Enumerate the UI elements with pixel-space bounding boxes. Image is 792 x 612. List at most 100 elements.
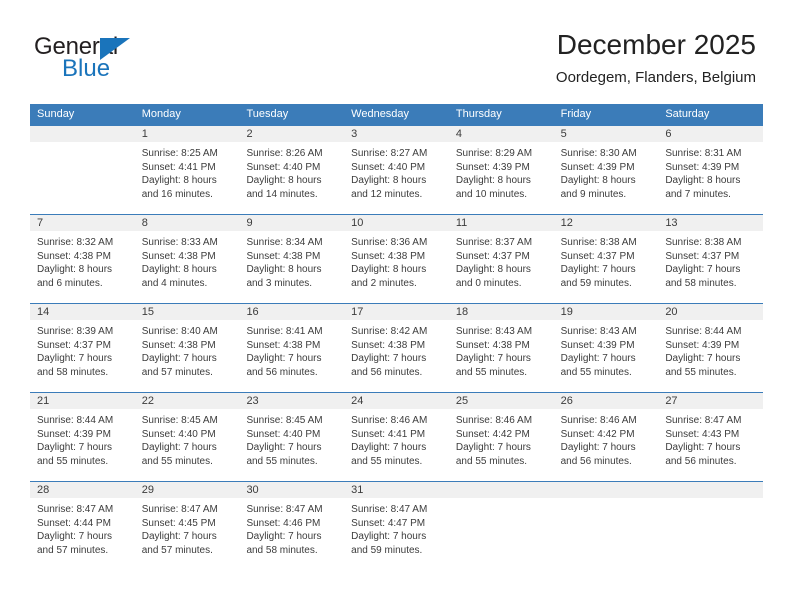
- day-info: Sunrise: 8:41 AM Sunset: 4:38 PM Dayligh…: [239, 321, 344, 379]
- sunset-text: Sunset: 4:38 PM: [37, 250, 111, 262]
- sunset-text: Sunset: 4:39 PM: [560, 161, 635, 173]
- weekday-wednesday: Wednesday: [351, 108, 410, 120]
- general-blue-logo[interactable]: General Blue: [34, 34, 244, 92]
- day-cell[interactable]: 9 Sunrise: 8:34 AM Sunset: 4:38 PM Dayli…: [239, 215, 345, 303]
- day-cell[interactable]: [448, 482, 554, 570]
- day-cell[interactable]: 5 Sunrise: 8:30 AM Sunset: 4:39 PM Dayli…: [553, 126, 659, 214]
- day-info: Sunrise: 8:38 AM Sunset: 4:37 PM Dayligh…: [554, 232, 659, 290]
- day-cell[interactable]: 27 Sunrise: 8:47 AM Sunset: 4:43 PM Dayl…: [658, 393, 764, 481]
- day-number-band: 20: [658, 304, 764, 321]
- day-number: 1: [141, 128, 148, 140]
- day-cell[interactable]: 29 Sunrise: 8:47 AM Sunset: 4:45 PM Dayl…: [134, 482, 240, 570]
- daylight-text-line1: Daylight: 7 hours: [665, 442, 741, 453]
- sunset-text: Sunset: 4:44 PM: [37, 517, 111, 529]
- day-cell[interactable]: 26 Sunrise: 8:46 AM Sunset: 4:42 PM Dayl…: [553, 393, 659, 481]
- sunset-text: Sunset: 4:39 PM: [665, 161, 740, 173]
- sunset-text: Sunset: 4:40 PM: [246, 428, 321, 440]
- daylight-text-line1: Daylight: 8 hours: [351, 264, 427, 275]
- daylight-text-line2: and 9 minutes.: [560, 188, 627, 200]
- sunrise-text: Sunrise: 8:47 AM: [665, 415, 742, 426]
- day-cell[interactable]: 6 Sunrise: 8:31 AM Sunset: 4:39 PM Dayli…: [658, 126, 764, 214]
- sunrise-text: Sunrise: 8:47 AM: [37, 504, 114, 515]
- day-info: Sunrise: 8:43 AM Sunset: 4:39 PM Dayligh…: [554, 321, 659, 379]
- day-info: [658, 499, 763, 503]
- day-cell[interactable]: 11 Sunrise: 8:37 AM Sunset: 4:37 PM Dayl…: [448, 215, 554, 303]
- daylight-text-line1: Daylight: 7 hours: [560, 353, 636, 364]
- day-cell[interactable]: 20 Sunrise: 8:44 AM Sunset: 4:39 PM Dayl…: [658, 304, 764, 392]
- daylight-text-line2: and 57 minutes.: [37, 544, 109, 556]
- day-cell[interactable]: 18 Sunrise: 8:43 AM Sunset: 4:38 PM Dayl…: [448, 304, 554, 392]
- daylight-text-line1: Daylight: 8 hours: [37, 264, 113, 275]
- daylight-text-line1: Daylight: 7 hours: [665, 264, 741, 275]
- sunrise-text: Sunrise: 8:40 AM: [141, 326, 218, 337]
- daylight-text-line2: and 55 minutes.: [455, 366, 528, 378]
- sunset-text: Sunset: 4:37 PM: [560, 250, 635, 262]
- day-cell[interactable]: 24 Sunrise: 8:46 AM Sunset: 4:41 PM Dayl…: [344, 393, 449, 481]
- day-info: Sunrise: 8:47 AM Sunset: 4:43 PM Dayligh…: [658, 410, 763, 468]
- day-cell[interactable]: 31 Sunrise: 8:47 AM Sunset: 4:47 PM Dayl…: [344, 482, 449, 570]
- day-cell[interactable]: 28 Sunrise: 8:47 AM Sunset: 4:44 PM Dayl…: [30, 482, 135, 570]
- weekday-sunday: Sunday: [37, 108, 75, 120]
- day-cell[interactable]: 17 Sunrise: 8:42 AM Sunset: 4:38 PM Dayl…: [344, 304, 449, 392]
- day-info: Sunrise: 8:43 AM Sunset: 4:38 PM Dayligh…: [449, 321, 554, 379]
- day-number-band: 24: [344, 393, 449, 410]
- daylight-text-line1: Daylight: 7 hours: [37, 442, 113, 453]
- daylight-text-line2: and 56 minutes.: [246, 366, 318, 378]
- day-number: 14: [37, 306, 50, 318]
- day-cell[interactable]: 8 Sunrise: 8:33 AM Sunset: 4:38 PM Dayli…: [134, 215, 240, 303]
- day-cell[interactable]: 3 Sunrise: 8:27 AM Sunset: 4:40 PM Dayli…: [344, 126, 449, 214]
- day-cell[interactable]: 12 Sunrise: 8:38 AM Sunset: 4:37 PM Dayl…: [553, 215, 659, 303]
- day-cell[interactable]: 23 Sunrise: 8:45 AM Sunset: 4:40 PM Dayl…: [239, 393, 345, 481]
- daylight-text-line2: and 55 minutes.: [560, 366, 632, 378]
- day-number-band: 17: [344, 304, 449, 321]
- sunrise-text: Sunrise: 8:44 AM: [665, 326, 742, 337]
- day-cell[interactable]: 4 Sunrise: 8:29 AM Sunset: 4:39 PM Dayli…: [448, 126, 554, 214]
- day-cell[interactable]: 30 Sunrise: 8:47 AM Sunset: 4:46 PM Dayl…: [239, 482, 345, 570]
- day-number: 5: [560, 128, 567, 140]
- day-info: Sunrise: 8:38 AM Sunset: 4:37 PM Dayligh…: [658, 232, 763, 290]
- day-number-band: 29: [134, 482, 240, 499]
- day-cell[interactable]: 19 Sunrise: 8:43 AM Sunset: 4:39 PM Dayl…: [553, 304, 659, 392]
- calendar-page: General Blue December 2025 Oordegem, Fla…: [0, 0, 792, 612]
- daylight-text-line1: Daylight: 8 hours: [351, 175, 427, 186]
- page-title: December 2025: [556, 29, 756, 60]
- day-cell[interactable]: 16 Sunrise: 8:41 AM Sunset: 4:38 PM Dayl…: [239, 304, 345, 392]
- sunrise-text: Sunrise: 8:47 AM: [141, 504, 218, 515]
- daylight-text-line2: and 57 minutes.: [141, 366, 213, 378]
- day-info: Sunrise: 8:34 AM Sunset: 4:38 PM Dayligh…: [239, 232, 344, 290]
- day-info: Sunrise: 8:32 AM Sunset: 4:38 PM Dayligh…: [30, 232, 135, 290]
- day-cell[interactable]: 1 Sunrise: 8:25 AM Sunset: 4:41 PM Dayli…: [134, 126, 240, 214]
- day-number-band: [658, 482, 764, 499]
- sunset-text: Sunset: 4:40 PM: [141, 428, 216, 440]
- daylight-text-line2: and 56 minutes.: [560, 455, 632, 467]
- daylight-text-line1: Daylight: 8 hours: [455, 175, 531, 186]
- day-number: 11: [455, 217, 468, 229]
- day-cell[interactable]: 14 Sunrise: 8:39 AM Sunset: 4:37 PM Dayl…: [30, 304, 135, 392]
- sunrise-text: Sunrise: 8:38 AM: [560, 237, 637, 248]
- daylight-text-line2: and 55 minutes.: [141, 455, 213, 467]
- day-cell[interactable]: [553, 482, 659, 570]
- day-number-band: 31: [344, 482, 449, 499]
- day-cell[interactable]: [30, 126, 135, 214]
- sunset-text: Sunset: 4:39 PM: [560, 339, 635, 351]
- sunset-text: Sunset: 4:39 PM: [665, 339, 740, 351]
- day-cell[interactable]: 13 Sunrise: 8:38 AM Sunset: 4:37 PM Dayl…: [658, 215, 764, 303]
- day-cell[interactable]: 22 Sunrise: 8:45 AM Sunset: 4:40 PM Dayl…: [134, 393, 240, 481]
- day-info: Sunrise: 8:26 AM Sunset: 4:40 PM Dayligh…: [239, 143, 344, 201]
- day-cell[interactable]: 2 Sunrise: 8:26 AM Sunset: 4:40 PM Dayli…: [239, 126, 345, 214]
- day-number-band: [553, 482, 659, 499]
- day-cell[interactable]: 21 Sunrise: 8:44 AM Sunset: 4:39 PM Dayl…: [30, 393, 135, 481]
- weekday-tuesday: Tuesday: [246, 108, 289, 120]
- day-number: 10: [351, 217, 364, 229]
- day-number-band: 2: [239, 126, 345, 143]
- day-number: 13: [665, 217, 678, 229]
- day-cell[interactable]: 25 Sunrise: 8:46 AM Sunset: 4:42 PM Dayl…: [448, 393, 554, 481]
- day-cell[interactable]: 15 Sunrise: 8:40 AM Sunset: 4:38 PM Dayl…: [134, 304, 240, 392]
- day-cell[interactable]: 10 Sunrise: 8:36 AM Sunset: 4:38 PM Dayl…: [344, 215, 449, 303]
- day-number: 19: [560, 306, 573, 318]
- day-cell[interactable]: 7 Sunrise: 8:32 AM Sunset: 4:38 PM Dayli…: [30, 215, 135, 303]
- sunset-text: Sunset: 4:39 PM: [37, 428, 111, 440]
- day-number: 4: [455, 128, 462, 140]
- sunrise-text: Sunrise: 8:43 AM: [560, 326, 637, 337]
- day-cell[interactable]: [658, 482, 764, 570]
